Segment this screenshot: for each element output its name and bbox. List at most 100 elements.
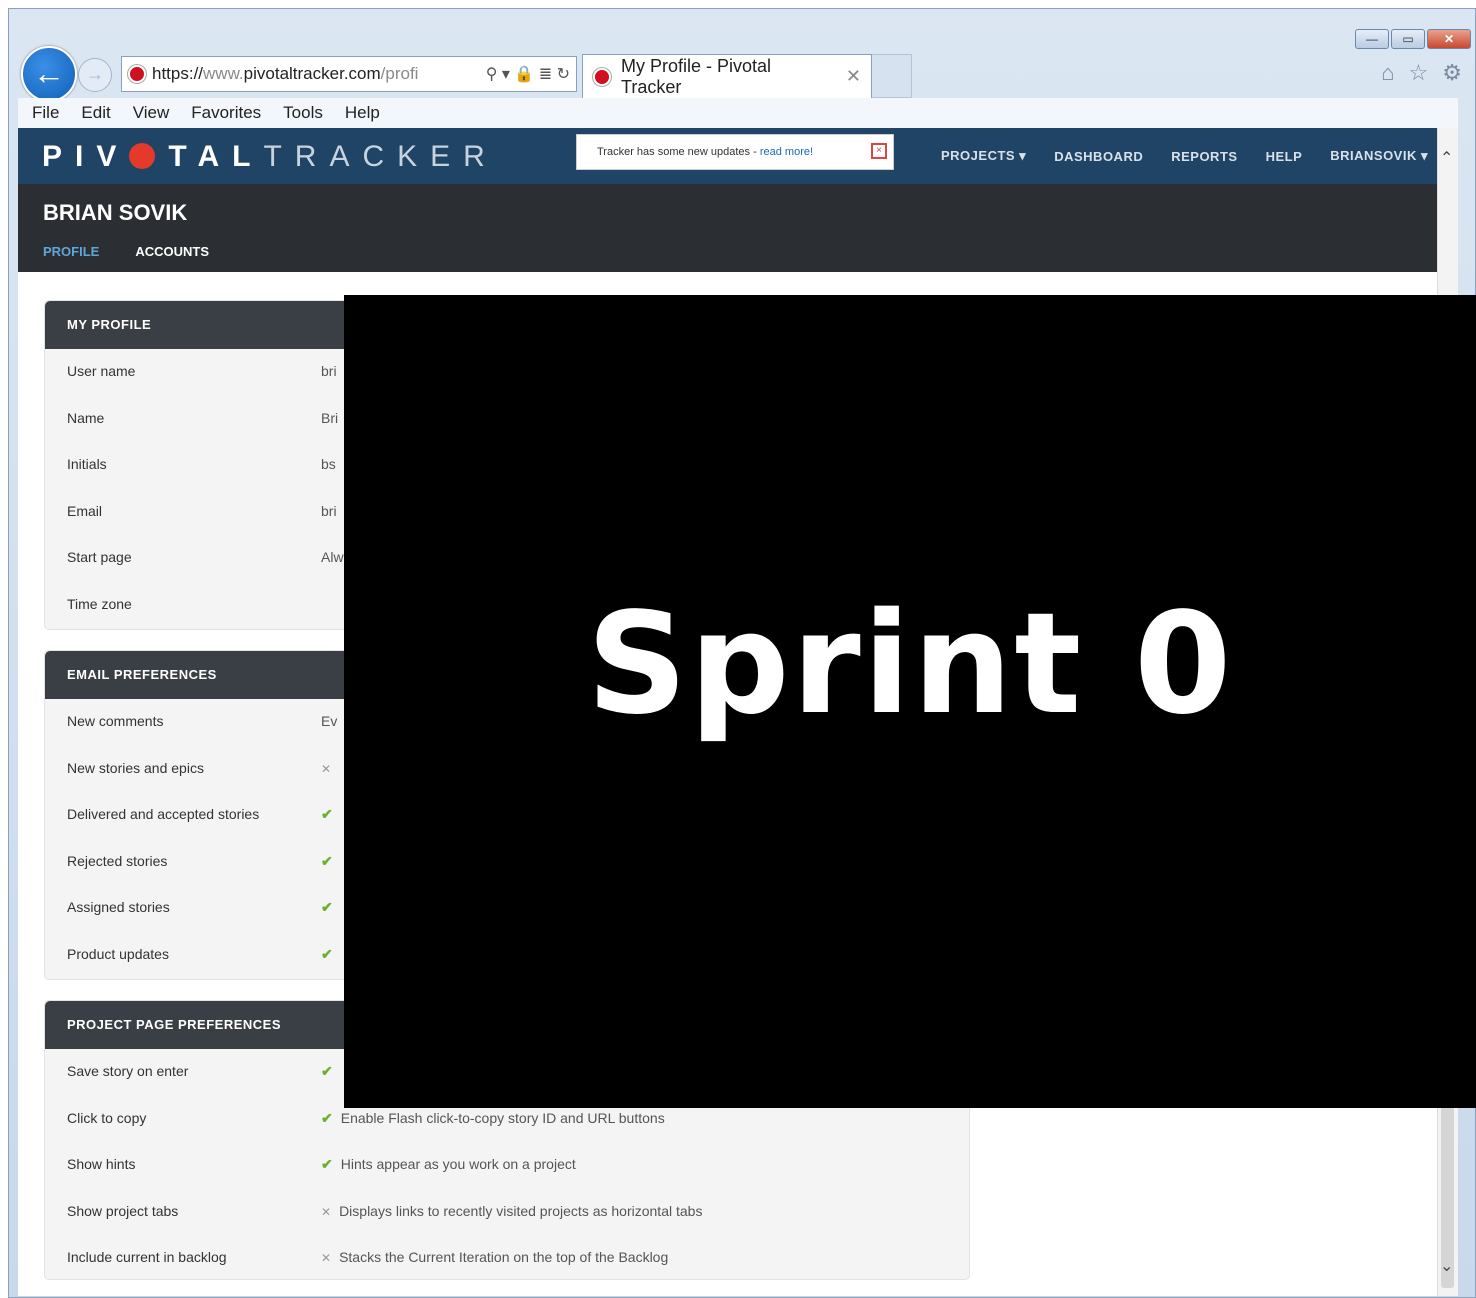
profile-tabs: PROFILE ACCOUNTS <box>43 244 209 259</box>
checkmark-icon[interactable]: ✔ <box>321 1156 333 1172</box>
update-notice: Tracker has some new updates - read more… <box>576 134 894 170</box>
row-value[interactable]: bs <box>321 456 336 472</box>
row-label: Initials <box>67 456 107 472</box>
page-title: BRIAN SOVIK <box>43 200 188 225</box>
row-description: Displays links to recently visited proje… <box>339 1202 703 1219</box>
tab-profile[interactable]: PROFILE <box>43 244 99 259</box>
checkmark-icon[interactable]: ✔ <box>321 899 333 915</box>
forward-button[interactable]: → <box>78 58 112 92</box>
row-label: Email <box>67 502 103 519</box>
tab-close-icon[interactable]: ✕ <box>846 66 861 87</box>
row-value[interactable]: ✔ <box>321 1063 341 1080</box>
row-value[interactable]: ✕ Displays links to recently visited proj… <box>321 1203 702 1219</box>
nav-projects[interactable]: PROJECTS ▾ <box>941 148 1026 164</box>
row-value[interactable]: ✔ <box>321 806 341 823</box>
row-value[interactable]: ✕ <box>321 760 339 776</box>
address-bar-icons[interactable]: ⚲ ▾ 🔒 ≣ ↻ <box>486 64 570 84</box>
minimize-button[interactable]: — <box>1355 29 1389 49</box>
row-label: Include current in backlog <box>67 1249 227 1265</box>
settings-icon[interactable]: ⚙ <box>1442 60 1462 86</box>
menu-file[interactable]: File <box>32 103 59 123</box>
pivotal-tracker-logo[interactable]: PIV TALTRACKER <box>42 140 498 174</box>
row-value[interactable]: bri <box>321 503 337 519</box>
row-label: New comments <box>67 713 164 729</box>
chevron-down-icon[interactable]: ⌄ <box>1440 1256 1453 1276</box>
menu-help[interactable]: Help <box>345 103 380 123</box>
row-value[interactable]: ✔ <box>321 853 341 870</box>
checkmark-icon[interactable]: ✔ <box>321 853 333 869</box>
nav-dashboard[interactable]: DASHBOARD <box>1054 149 1143 164</box>
row-value[interactable]: ✔ <box>321 946 341 963</box>
row-value[interactable]: ✕ Stacks the Current Iteration on the top… <box>321 1249 668 1265</box>
back-button[interactable]: ← <box>21 46 77 102</box>
nav-user-menu[interactable]: BRIANSOVIK ▾ <box>1330 148 1428 164</box>
notice-close-icon[interactable]: × <box>871 143 887 159</box>
row-value[interactable]: Ev <box>321 713 337 729</box>
row-value-text: Ev <box>321 713 338 729</box>
logo-text-light: TRACKER <box>263 140 498 173</box>
url-protocol: https:// <box>152 64 204 83</box>
row-value[interactable]: ✔ Hints appear as you work on a project <box>321 1156 576 1173</box>
overlay-title: Sprint 0 <box>586 583 1234 746</box>
x-icon[interactable]: ✕ <box>321 1205 331 1219</box>
sprint-title-overlay: Sprint 0 <box>344 295 1476 1108</box>
row-label: Show hints <box>67 1156 136 1172</box>
tab-favicon-icon <box>593 67 611 86</box>
row-label: Rejected stories <box>67 852 168 869</box>
url-text: https://www.pivotaltracker.com/profi <box>152 64 418 84</box>
row-value[interactable]: bri <box>321 363 337 379</box>
checkmark-icon[interactable]: ✔ <box>321 946 333 962</box>
window-controls: — ▭ ✕ <box>1355 29 1471 49</box>
update-notice-text: Tracker has some new updates - <box>597 146 760 158</box>
row-value[interactable]: Alw <box>321 549 344 565</box>
row-label: Assigned stories <box>67 899 170 915</box>
profile-subheader: BRIAN SOVIK PROFILE ACCOUNTS <box>18 184 1458 272</box>
menu-tools[interactable]: Tools <box>283 103 323 123</box>
row-label: Click to copy <box>67 1109 147 1126</box>
row-label: Save story on enter <box>67 1063 189 1079</box>
row-label: User name <box>67 363 136 379</box>
menu-favorites[interactable]: Favorites <box>191 103 261 123</box>
arrow-left-icon: ← <box>33 55 65 91</box>
close-window-button[interactable]: ✕ <box>1427 29 1471 49</box>
tab-title: My Profile - Pivotal Tracker <box>621 55 772 97</box>
x-icon[interactable]: ✕ <box>321 1251 331 1265</box>
x-icon[interactable]: ✕ <box>321 762 331 776</box>
nav-help[interactable]: HELP <box>1266 149 1303 164</box>
browser-toolbar-icons: ⌂ ☆ ⚙ <box>1381 60 1462 86</box>
tab-accounts[interactable]: ACCOUNTS <box>135 244 209 259</box>
row-label: Time zone <box>67 595 132 612</box>
row-label: Delivered and accepted stories <box>67 806 260 822</box>
main-nav: PROJECTS ▾ DASHBOARD REPORTS HELP BRIANS… <box>941 128 1428 184</box>
menu-view[interactable]: View <box>133 103 170 123</box>
project-pref-row: Show hints ✔ Hints appear as you work on a… <box>45 1142 969 1189</box>
row-label: Product updates <box>67 945 169 962</box>
url-www: www. <box>203 64 244 83</box>
new-tab-button[interactable] <box>872 54 912 98</box>
logo-dot-icon <box>129 143 156 169</box>
checkmark-icon[interactable]: ✔ <box>321 1063 333 1079</box>
arrow-right-icon: → <box>86 64 104 84</box>
row-value[interactable]: ✔ Enable Flash click-to-copy story ID and… <box>321 1110 665 1127</box>
browser-tab-my-profile[interactable]: My Profile - Pivotal Tracker ✕ <box>582 54 872 98</box>
checkmark-icon[interactable]: ✔ <box>321 1110 333 1126</box>
row-description: Stacks the Current Iteration on the top … <box>339 1249 669 1265</box>
menu-edit[interactable]: Edit <box>81 103 110 123</box>
row-label: Start page <box>67 549 132 565</box>
checkmark-icon[interactable]: ✔ <box>321 806 333 822</box>
row-value[interactable]: Bri <box>321 410 338 426</box>
url-domain: pivotaltracker.com <box>243 64 381 83</box>
logo-text-start: PIV <box>42 140 130 173</box>
maximize-button[interactable]: ▭ <box>1391 29 1425 49</box>
row-value[interactable]: ✔ <box>321 899 341 916</box>
chevron-up-icon[interactable]: ⌃ <box>1440 148 1453 168</box>
favorites-star-icon[interactable]: ☆ <box>1409 60 1429 86</box>
home-icon[interactable]: ⌂ <box>1381 60 1394 86</box>
row-label: Show project tabs <box>67 1202 179 1219</box>
row-label: New stories and epics <box>67 759 204 776</box>
menu-bar: File Edit View Favorites Tools Help <box>18 98 1458 128</box>
nav-reports[interactable]: REPORTS <box>1171 149 1237 164</box>
address-bar[interactable]: https://www.pivotaltracker.com/profi ⚲ ▾… <box>121 56 577 92</box>
read-more-link[interactable]: read more! <box>760 146 813 158</box>
row-label: Name <box>67 409 105 426</box>
